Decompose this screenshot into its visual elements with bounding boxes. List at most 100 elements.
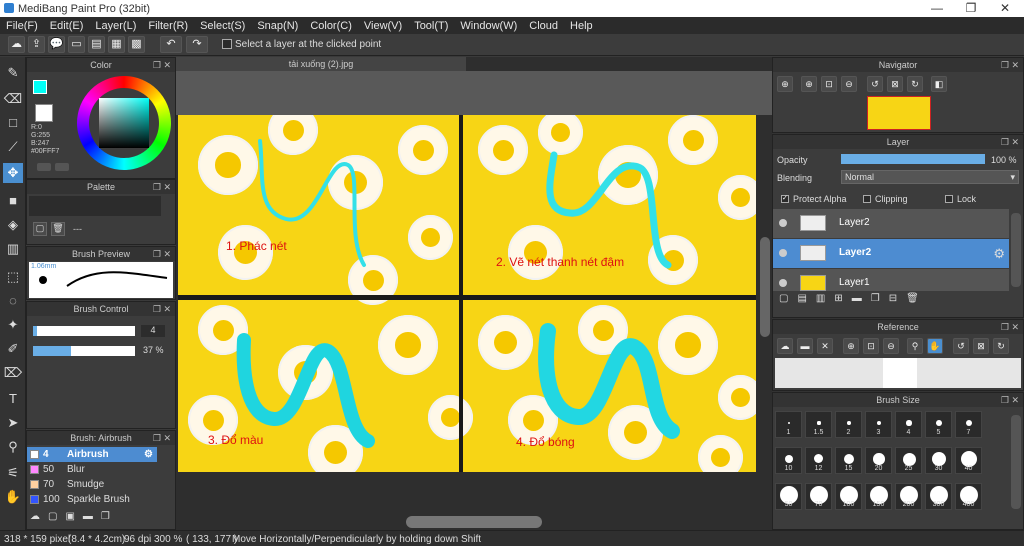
layer-opacity-slider[interactable] xyxy=(841,154,985,164)
navigator-thumbnail[interactable] xyxy=(867,96,931,130)
new-layer-icon[interactable]: ▢ xyxy=(779,293,797,304)
brush-size-cell[interactable]: 3 xyxy=(865,411,892,438)
brush-size-cell[interactable]: 20 xyxy=(865,447,892,474)
foreground-color-swatch[interactable] xyxy=(33,80,47,94)
layer-scrollbar[interactable] xyxy=(1011,213,1021,287)
brush-size-scrollbar[interactable] xyxy=(1011,415,1021,509)
color-picker-button[interactable] xyxy=(55,163,69,171)
menu-window[interactable]: Window(W) xyxy=(460,20,517,32)
redo-icon[interactable]: ↷ xyxy=(186,36,208,53)
brush-size-value[interactable]: 4 xyxy=(141,325,165,337)
lasso-tool-icon[interactable]: ◌ xyxy=(3,291,23,311)
menu-tool[interactable]: Tool(T) xyxy=(414,20,448,32)
move-tool-icon[interactable]: ✥ xyxy=(3,163,23,183)
visibility-eye-icon[interactable] xyxy=(779,279,787,287)
magic-wand-icon[interactable]: ✦ xyxy=(3,315,23,335)
ref-rotate-right-icon[interactable]: ↻ xyxy=(993,338,1009,354)
page-icon[interactable]: ▭ xyxy=(68,36,85,53)
divide-tool-icon[interactable]: ⚟ xyxy=(3,463,23,483)
menu-snap[interactable]: Snap(N) xyxy=(257,20,298,32)
fill-rect-tool-icon[interactable]: ■ xyxy=(3,191,23,211)
brush-cloud-icon[interactable]: ☁ xyxy=(30,511,48,522)
new-layer-halftone-icon[interactable]: ▥ xyxy=(816,293,834,304)
menu-help[interactable]: Help xyxy=(570,20,593,32)
restore-button[interactable]: ❐ xyxy=(954,0,988,17)
brush-size-cell[interactable]: 5 xyxy=(925,411,952,438)
panel-close-icon[interactable]: ❐ ✕ xyxy=(153,247,171,261)
blending-select[interactable]: Normal ▾ xyxy=(841,170,1019,184)
brush-size-cell[interactable]: 30 xyxy=(925,447,952,474)
new-palette-icon[interactable]: ▢ xyxy=(33,222,47,236)
brush-size-cell[interactable]: 400 xyxy=(955,483,982,510)
undo-icon[interactable]: ↶ xyxy=(160,36,182,53)
layer-row[interactable]: Layer1 xyxy=(773,269,1009,291)
document-tab[interactable]: tải xuống (2).jpg xyxy=(176,57,466,71)
brush-size-cell[interactable]: 2 xyxy=(835,411,862,438)
add-layer-menu-icon[interactable]: ⊞ xyxy=(834,293,851,304)
menu-select[interactable]: Select(S) xyxy=(200,20,245,32)
close-button[interactable]: ✕ xyxy=(988,0,1022,17)
lock-checkbox[interactable] xyxy=(945,195,953,203)
text-tool-icon[interactable]: T xyxy=(3,389,23,409)
ref-open-icon[interactable]: ▬ xyxy=(797,338,813,354)
panel-close-icon[interactable]: ❐ ✕ xyxy=(153,431,171,445)
brush-size-cell[interactable]: 4 xyxy=(895,411,922,438)
layer-folder-icon[interactable]: ▬ xyxy=(852,293,871,304)
layer-row[interactable]: Layer2 xyxy=(773,209,1009,238)
brush-duplicate-icon[interactable]: ❐ xyxy=(101,511,118,522)
eraser-tool-icon[interactable]: ⌫ xyxy=(3,89,23,109)
menu-filter[interactable]: Filter(R) xyxy=(148,20,188,32)
select-layer-checkbox[interactable] xyxy=(222,39,232,49)
trash-icon[interactable]: 🗑 xyxy=(51,222,65,236)
upload-icon[interactable]: ⇪ xyxy=(28,36,45,53)
ref-fit-icon[interactable]: ⊡ xyxy=(863,338,879,354)
white-swatch[interactable] xyxy=(35,104,53,122)
gear-icon[interactable]: ⚙ xyxy=(993,246,1005,262)
operation-tool-icon[interactable]: ➤ xyxy=(3,413,23,433)
brush-size-cell[interactable]: 200 xyxy=(895,483,922,510)
panel-close-icon[interactable]: ❐ ✕ xyxy=(153,180,171,194)
menu-file[interactable]: File(F) xyxy=(6,20,38,32)
brush-tool-icon[interactable]: ✎ xyxy=(3,63,23,83)
clipping-checkbox[interactable] xyxy=(863,195,871,203)
new-layer-color-icon[interactable]: ▤ xyxy=(797,293,815,304)
rotate-left-icon[interactable]: ↺ xyxy=(867,76,883,92)
delete-layer-icon[interactable]: 🗑 xyxy=(906,293,928,304)
brush-size-cell[interactable]: 25 xyxy=(895,447,922,474)
bucket-tool-icon[interactable]: ◈ xyxy=(3,215,23,235)
tile-icon[interactable]: ▩ xyxy=(128,36,145,53)
brush-size-cell[interactable]: 7 xyxy=(955,411,982,438)
eyedropper-tool-icon[interactable]: ⚲ xyxy=(3,437,23,457)
brush-size-cell[interactable]: 50 xyxy=(775,483,802,510)
gear-icon[interactable]: ⚙ xyxy=(144,447,153,462)
horizontal-scrollbar[interactable] xyxy=(406,516,542,528)
brush-size-cell[interactable]: 300 xyxy=(925,483,952,510)
panel-close-icon[interactable]: ❐ ✕ xyxy=(1001,320,1019,334)
minimize-button[interactable]: — xyxy=(920,0,954,17)
ref-rotate-left-icon[interactable]: ↺ xyxy=(953,338,969,354)
duplicate-layer-icon[interactable]: ❐ xyxy=(871,293,889,304)
protect-alpha-checkbox[interactable]: ✓ xyxy=(781,195,789,203)
layer-row[interactable]: Layer2 ⚙ xyxy=(773,239,1009,268)
image-canvas[interactable]: 1. Phác nét 2. Vẽ nét thanh nét đậm 3. Đ… xyxy=(178,115,756,472)
brush-size-cell[interactable]: 150 xyxy=(865,483,892,510)
ref-cloud-icon[interactable]: ☁ xyxy=(777,338,793,354)
hue-wheel[interactable] xyxy=(77,76,171,170)
ref-zoom-out-icon[interactable]: ⊖ xyxy=(883,338,899,354)
menu-color[interactable]: Color(C) xyxy=(310,20,352,32)
brush-list-item[interactable]: 100 Sparkle Brush xyxy=(27,492,157,507)
panel-close-icon[interactable]: ❐ ✕ xyxy=(1001,393,1019,407)
brush-size-cell[interactable]: 70 xyxy=(805,483,832,510)
brush-list-item[interactable]: 4 Airbrush ⚙ xyxy=(27,447,157,462)
brush-opacity-slider[interactable] xyxy=(33,346,135,356)
line-tool-icon[interactable]: ⟋ xyxy=(3,137,23,157)
brush-size-cell[interactable]: 15 xyxy=(835,447,862,474)
palette-swatches[interactable] xyxy=(29,196,161,216)
color-mode-button[interactable] xyxy=(37,163,51,171)
visibility-eye-icon[interactable] xyxy=(779,219,787,227)
menu-view[interactable]: View(V) xyxy=(364,20,402,32)
zoom-out-icon[interactable]: ⊖ xyxy=(841,76,857,92)
menu-layer[interactable]: Layer(L) xyxy=(95,20,136,32)
grid-doc-icon[interactable]: ▦ xyxy=(108,36,125,53)
brush-size-cell[interactable]: 40 xyxy=(955,447,982,474)
